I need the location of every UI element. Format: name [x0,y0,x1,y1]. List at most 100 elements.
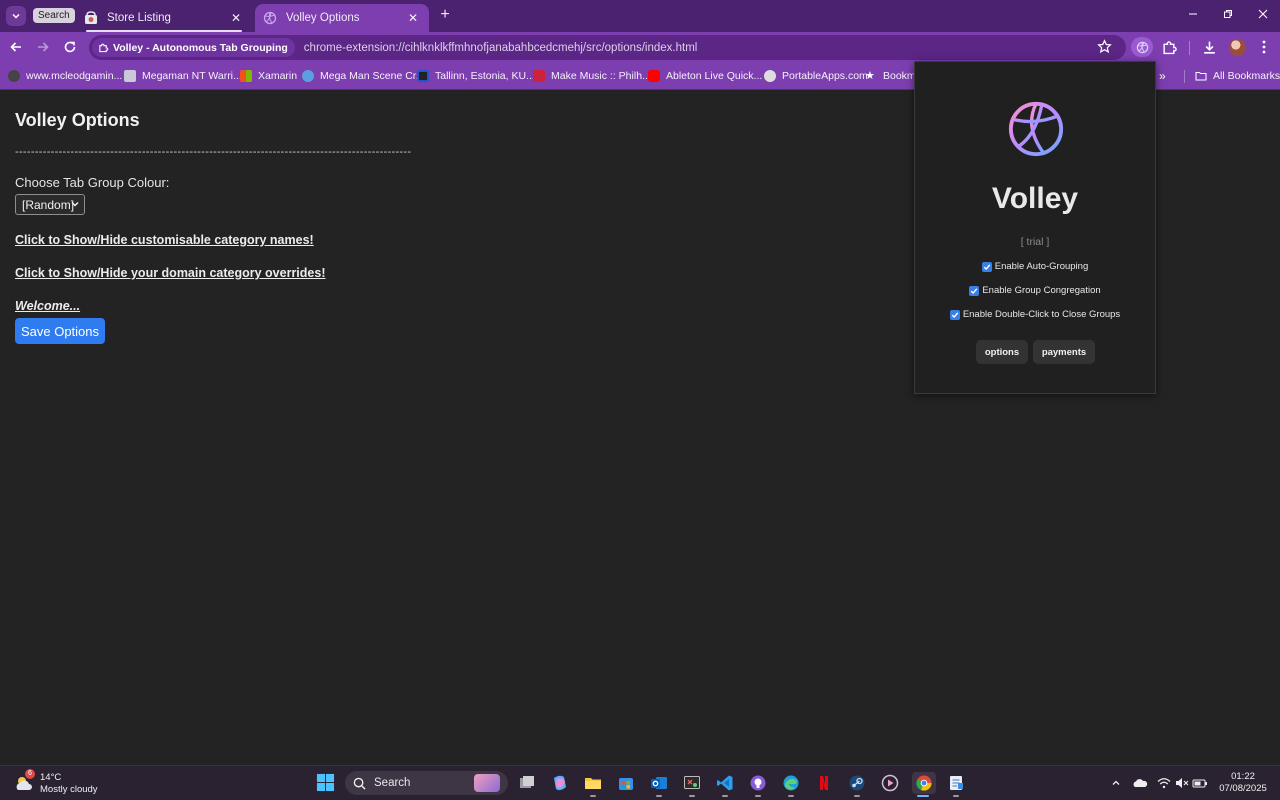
tab-store-listing[interactable]: Store Listing ✕ [76,4,252,32]
folder-icon [1195,72,1207,81]
popup-options-button[interactable]: options [976,340,1028,364]
file-explorer-icon[interactable] [582,772,604,797]
volley-logo-icon [1008,101,1064,157]
star-icon: ★ [865,70,875,82]
bookmark-item[interactable]: Ableton Live Quick... [648,68,762,84]
task-view-icon[interactable] [516,772,538,794]
volley-popup: Volley [ trial ] Enable Auto-Grouping En… [914,61,1156,394]
bookmark-label: Ableton Live Quick... [666,70,763,82]
tab-volley-options[interactable]: Volley Options ✕ [255,4,429,32]
notepad-icon[interactable] [945,772,967,797]
steam-icon[interactable] [846,772,868,797]
edge-icon[interactable] [780,772,802,797]
github-desktop-icon[interactable] [747,772,769,797]
download-icon [1203,41,1215,54]
search-highlight-icon [474,774,500,792]
copilot-icon[interactable] [549,772,571,794]
group-congregation-option[interactable]: Enable Group Congregation [915,285,1155,296]
profile-avatar[interactable] [1229,39,1246,56]
bookmark-item[interactable]: www.mcleodgamin... [8,68,122,84]
bookmark-label: Make Music :: Philh... [551,70,651,82]
chrome-icon[interactable] [912,772,936,797]
close-icon[interactable]: ✕ [228,11,244,25]
weather-alert-badge: 6 [25,769,35,779]
windows-taskbar: 14°C Mostly cloudy 6 Search 01:22 07/08/… [0,765,1280,800]
site-info-chip[interactable]: Volley - Autonomous Tab Grouping [92,38,295,57]
forward-button[interactable] [33,37,53,57]
extension-puzzle-icon [1162,40,1177,54]
media-player-icon[interactable] [879,772,901,794]
bookmark-favicon-icon [302,70,314,82]
checkbox-group-congregation[interactable] [969,285,980,296]
bookmark-favicon-icon [764,70,776,82]
browser-menu-button[interactable] [1253,37,1275,57]
volley-ball-icon [1136,41,1148,53]
bookmark-item[interactable]: Tallinn, Estonia, KU... [417,68,535,84]
weather-desc: Mostly cloudy [40,784,98,795]
bookmark-label: PortableApps.com [782,70,868,82]
new-tab-button[interactable]: + [436,6,454,24]
arrow-right-icon [38,42,49,52]
save-options-button[interactable]: Save Options [15,318,105,344]
onedrive-icon[interactable] [1132,775,1148,791]
colour-select-value: [Random] [22,197,75,212]
search-icon [353,777,366,790]
taskbar-clock[interactable]: 01:22 07/08/2025 [1214,771,1272,795]
kebab-menu-icon [1262,40,1266,54]
tab-search-chip[interactable]: Search [33,8,75,23]
volley-extension-button[interactable] [1131,37,1153,57]
wifi-icon[interactable] [1156,775,1172,791]
bookmark-label: Mega Man Scene Cr... [320,70,425,82]
bookmark-star-icon[interactable] [1097,39,1112,54]
popup-title: Volley [991,182,1079,215]
snipping-tool-icon[interactable] [681,772,703,797]
url-text[interactable]: chrome-extension://cihlknklkffmhnofjanab… [304,42,698,54]
clock-date: 07/08/2025 [1219,783,1267,794]
back-button[interactable] [6,37,26,57]
speaker-muted-icon[interactable] [1174,775,1190,791]
popup-payments-button[interactable]: payments [1033,340,1095,364]
reload-button[interactable] [60,37,80,57]
colour-select[interactable]: [Random] [15,194,85,215]
bookmark-item[interactable]: Mega Man Scene Cr... [302,68,424,84]
all-bookmarks-button[interactable]: All Bookmarks [1195,68,1280,84]
double-click-close-option[interactable]: Enable Double-Click to Close Groups [915,309,1155,320]
welcome-link[interactable]: Welcome... [15,299,80,313]
toggle-category-names-link[interactable]: Click to Show/Hide customisable category… [15,233,314,247]
netflix-icon[interactable] [813,772,835,794]
youtube-icon [648,70,660,82]
battery-icon[interactable] [1192,775,1208,791]
toggle-domain-overrides-link[interactable]: Click to Show/Hide your domain category … [15,266,326,280]
close-icon[interactable]: ✕ [405,11,421,25]
bookmark-favicon-icon [8,70,20,82]
page-title: Volley Options [15,110,140,130]
extensions-menu-button[interactable] [1158,37,1180,57]
microsoft-logo-icon [240,70,252,82]
tab-strip: Search Store Listing ✕ Volley Options ✕ … [0,0,1280,32]
minimize-button[interactable] [1182,6,1204,24]
address-bar[interactable]: Volley - Autonomous Tab Grouping chrome-… [89,35,1126,60]
more-bookmarks-button[interactable]: » [1159,69,1166,83]
clock-time: 01:22 [1231,771,1255,782]
taskbar-search[interactable]: Search [345,771,508,795]
checkbox-auto-grouping[interactable] [981,261,992,272]
windows-start-icon[interactable] [316,773,335,792]
bookmarks-divider [1184,70,1185,83]
downloads-button[interactable] [1198,37,1220,57]
bookmark-item[interactable]: PortableApps.com [764,68,868,84]
tab-search-menu-button[interactable] [6,6,26,26]
outlook-icon[interactable] [648,772,670,797]
auto-grouping-option[interactable]: Enable Auto-Grouping [915,261,1155,272]
bookmark-item[interactable]: Xamarin [240,68,297,84]
close-window-button[interactable] [1252,6,1274,24]
bookmark-item[interactable]: Make Music :: Philh... [533,68,651,84]
restore-button[interactable] [1217,6,1239,24]
bookmark-item[interactable]: Megaman NT Warri... [124,68,242,84]
text-divider: ----------------------------------------… [15,146,412,158]
chevron-up-icon[interactable] [1108,775,1124,791]
vs-code-icon[interactable] [714,772,736,797]
checkbox-double-click-close[interactable] [949,309,960,320]
microsoft-store-icon[interactable] [615,772,637,794]
all-bookmarks-label: All Bookmarks [1213,70,1280,82]
close-icon [1258,9,1268,19]
